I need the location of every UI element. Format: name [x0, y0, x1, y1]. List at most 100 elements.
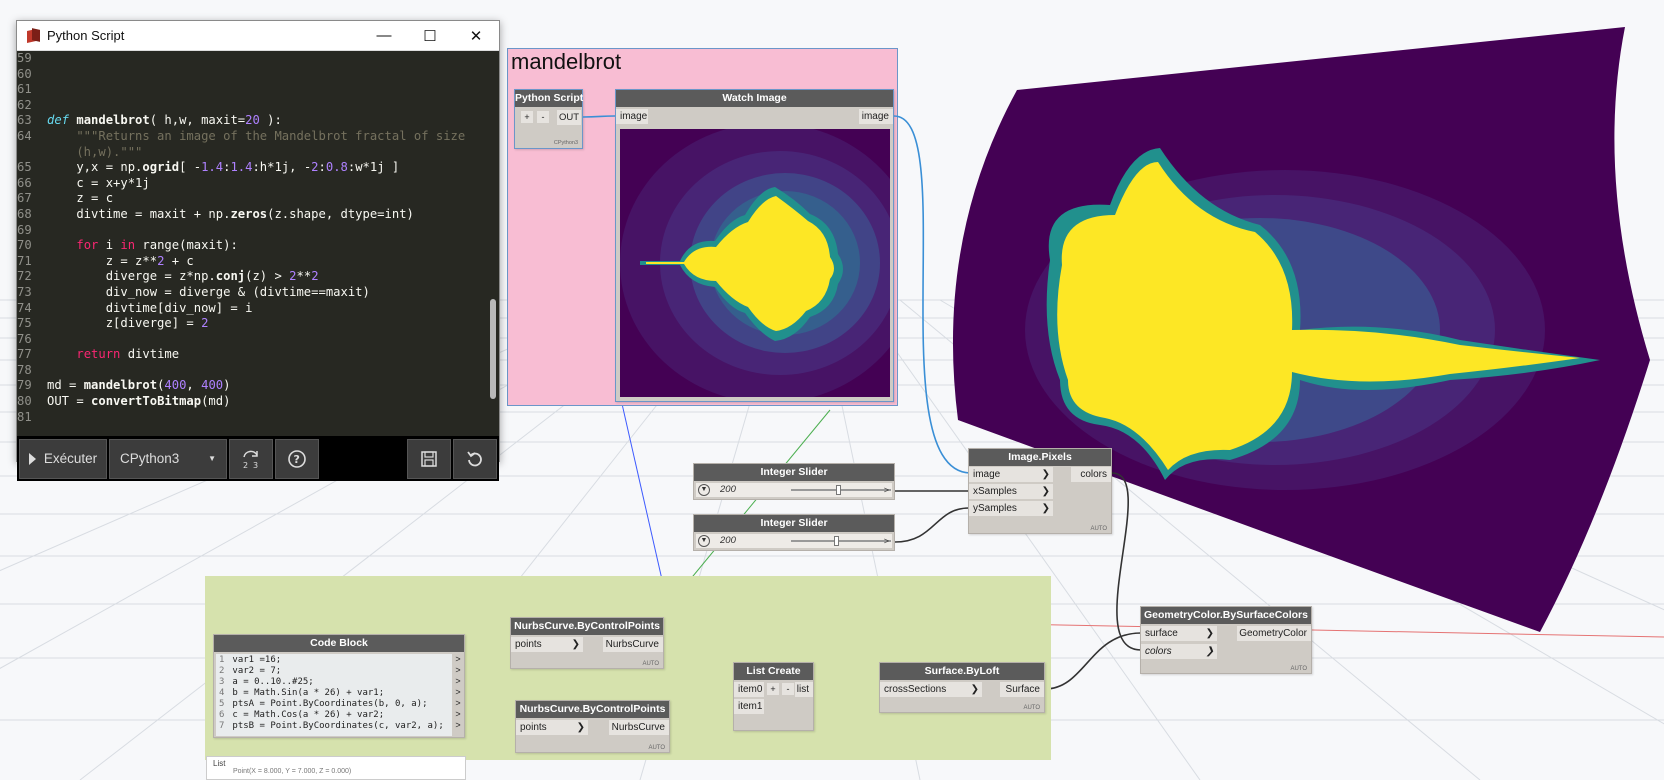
- line-text: z = c: [47, 191, 114, 206]
- minimize-button[interactable]: —: [361, 21, 407, 51]
- line-number: 2: [219, 666, 225, 676]
- code-block-editor[interactable]: 1 var1 =16; 2 var2 = 7; 3 a = 0..10..#25…: [216, 654, 452, 736]
- input-port-ysamples[interactable]: ySamples ❯: [969, 501, 1053, 516]
- run-button[interactable]: Exécuter: [19, 438, 107, 479]
- code-line: 70 for i in range(maxit):: [17, 238, 499, 254]
- line-number: 81: [17, 409, 32, 424]
- geometry-color-node[interactable]: GeometryColor.BySurfaceColors surface ❯ c…: [1140, 606, 1312, 674]
- code-line: 4 b = Math.Sin(a * 26) + var1;: [219, 688, 449, 699]
- engine-tag: CPython3: [553, 140, 578, 146]
- maximize-button[interactable]: ☐: [407, 21, 453, 51]
- output-port-list[interactable]: list: [795, 682, 813, 697]
- input-port-surface[interactable]: surface ❯: [1141, 626, 1217, 641]
- port-label: image: [973, 469, 1001, 480]
- close-button[interactable]: ✕: [453, 21, 499, 51]
- output-port-arrow[interactable]: >: [453, 687, 463, 698]
- output-port-arrow[interactable]: >: [453, 720, 463, 731]
- add-input-button[interactable]: +: [521, 111, 533, 123]
- node-title: NurbsCurve.ByControlPoints: [516, 701, 669, 718]
- line-text: def mandelbrot( h,w, maxit=20 ):: [47, 113, 282, 128]
- slider-track[interactable]: [791, 489, 891, 491]
- input-port-colors[interactable]: colors ❯: [1141, 644, 1217, 659]
- engine-value: CPython3: [120, 451, 180, 466]
- input-port-image[interactable]: image ❯: [969, 467, 1053, 482]
- run-label: Exécuter: [43, 451, 98, 466]
- input-port-points[interactable]: points ❯: [511, 637, 583, 652]
- image-pixels-node[interactable]: Image.Pixels image ❯ xSamples ❯ ySamples ❯ …: [968, 448, 1112, 534]
- preview-line: Point(X = 8.000, Y = 7.000, Z = 0.000): [233, 768, 352, 775]
- slider-thumb[interactable]: [834, 536, 839, 546]
- line-text: return divtime: [76, 347, 180, 362]
- line-text: c = x+y*1j: [47, 175, 150, 190]
- chevron-right-icon: ❯: [1205, 646, 1214, 657]
- code-line: 61: [17, 82, 499, 98]
- code-line: 72 diverge = z*np.conj(z) > 2**2: [17, 269, 499, 285]
- preview-bubble[interactable]: List Point(X = 8.000, Y = 7.000, Z = 0.0…: [206, 756, 466, 780]
- output-port-arrow[interactable]: >: [884, 534, 889, 548]
- output-port-arrow[interactable]: >: [453, 709, 463, 720]
- output-port-nurbscurve[interactable]: NurbsCurve: [603, 637, 663, 652]
- code-line: 68 divtime = maxit + np.zeros(z.shape, d…: [17, 207, 499, 223]
- line-number: 67: [17, 191, 32, 206]
- save-button[interactable]: [407, 438, 451, 479]
- convert-2to3-button[interactable]: 23: [229, 438, 273, 479]
- input-port-points[interactable]: points ❯: [516, 720, 588, 735]
- output-port-arrow[interactable]: >: [453, 676, 463, 687]
- help-button[interactable]: ?: [275, 438, 319, 479]
- line-number: 65: [17, 160, 32, 175]
- output-port-arrow[interactable]: >: [453, 654, 463, 665]
- chevron-down-icon[interactable]: ▼: [698, 484, 710, 496]
- code-line: 81: [17, 410, 499, 426]
- output-port-geometrycolor[interactable]: GeometryColor: [1237, 626, 1311, 641]
- revert-button[interactable]: [453, 438, 497, 479]
- remove-input-button[interactable]: -: [537, 111, 549, 123]
- output-port-surface[interactable]: Surface: [1000, 682, 1044, 697]
- input-port-item1[interactable]: item1: [734, 699, 764, 714]
- input-port-item0[interactable]: item0: [734, 682, 764, 697]
- code-line: 77 return divtime: [17, 347, 499, 363]
- output-port-colors[interactable]: colors: [1071, 467, 1111, 482]
- python-script-node[interactable]: Python Script + - OUT CPython3: [514, 89, 583, 149]
- code-block-node[interactable]: Code Block 1 var1 =16; 2 var2 = 7; 3 a =…: [213, 634, 465, 738]
- chevron-down-icon[interactable]: ▼: [698, 535, 710, 547]
- remove-item-button[interactable]: -: [782, 683, 794, 695]
- svg-text:3: 3: [253, 461, 258, 470]
- input-port-image[interactable]: image: [616, 109, 648, 124]
- integer-slider-2[interactable]: Integer Slider ▼ 200 >: [693, 514, 895, 551]
- slider-thumb[interactable]: [836, 485, 841, 495]
- input-port-xsamples[interactable]: xSamples ❯: [969, 484, 1053, 499]
- slider-value[interactable]: 200: [720, 534, 736, 548]
- node-title: Watch Image: [616, 90, 893, 107]
- engine-select[interactable]: CPython3 ▼: [109, 438, 227, 479]
- nurbs-curve-node-2[interactable]: NurbsCurve.ByControlPoints points ❯ Nurbs…: [515, 700, 670, 753]
- editor-scrollbar[interactable]: [490, 299, 496, 399]
- output-port-out[interactable]: OUT: [557, 110, 581, 125]
- output-port-arrow[interactable]: >: [453, 665, 463, 676]
- line-number: 80: [17, 394, 32, 409]
- line-number: 77: [17, 347, 32, 362]
- node-title: GeometryColor.BySurfaceColors: [1141, 607, 1311, 624]
- code-line: 62: [17, 98, 499, 114]
- output-port-nurbscurve[interactable]: NurbsCurve: [609, 720, 669, 735]
- port-label: GeometryColor: [1239, 628, 1307, 639]
- input-port-crosssections[interactable]: crossSections ❯: [880, 682, 982, 697]
- slider-row: ▼ 200 >: [696, 483, 892, 497]
- output-port-arrow[interactable]: >: [453, 698, 463, 709]
- code-editor[interactable]: 59 60 61 62 63 def mandelbrot( h,w, maxit=20 …: [17, 51, 499, 436]
- watch-image-node[interactable]: Watch Image image image: [615, 89, 894, 402]
- output-port-arrow[interactable]: >: [884, 483, 889, 497]
- add-item-button[interactable]: +: [767, 683, 779, 695]
- nurbs-curve-node-1[interactable]: NurbsCurve.ByControlPoints points ❯ Nurbs…: [510, 617, 664, 669]
- line-text: c = Math.Cos(a * 26) + var2;: [232, 710, 385, 720]
- python-script-window[interactable]: Python Script — ☐ ✕ 59 60 61 62 63 def mandel…: [16, 20, 500, 481]
- surface-byloft-node[interactable]: Surface.ByLoft crossSections ❯ Surface AU…: [879, 662, 1045, 713]
- window-titlebar[interactable]: Python Script — ☐ ✕: [17, 21, 499, 51]
- line-number: 7: [219, 721, 225, 731]
- output-port-image[interactable]: image: [859, 109, 893, 124]
- line-number: 63: [17, 113, 32, 128]
- slider-value[interactable]: 200: [720, 483, 736, 497]
- list-create-node[interactable]: List Create item0 + - item1 list: [733, 662, 814, 731]
- integer-slider-1[interactable]: Integer Slider ▼ 200 >: [693, 463, 895, 500]
- slider-track[interactable]: [791, 540, 891, 542]
- node-title: Surface.ByLoft: [880, 663, 1044, 680]
